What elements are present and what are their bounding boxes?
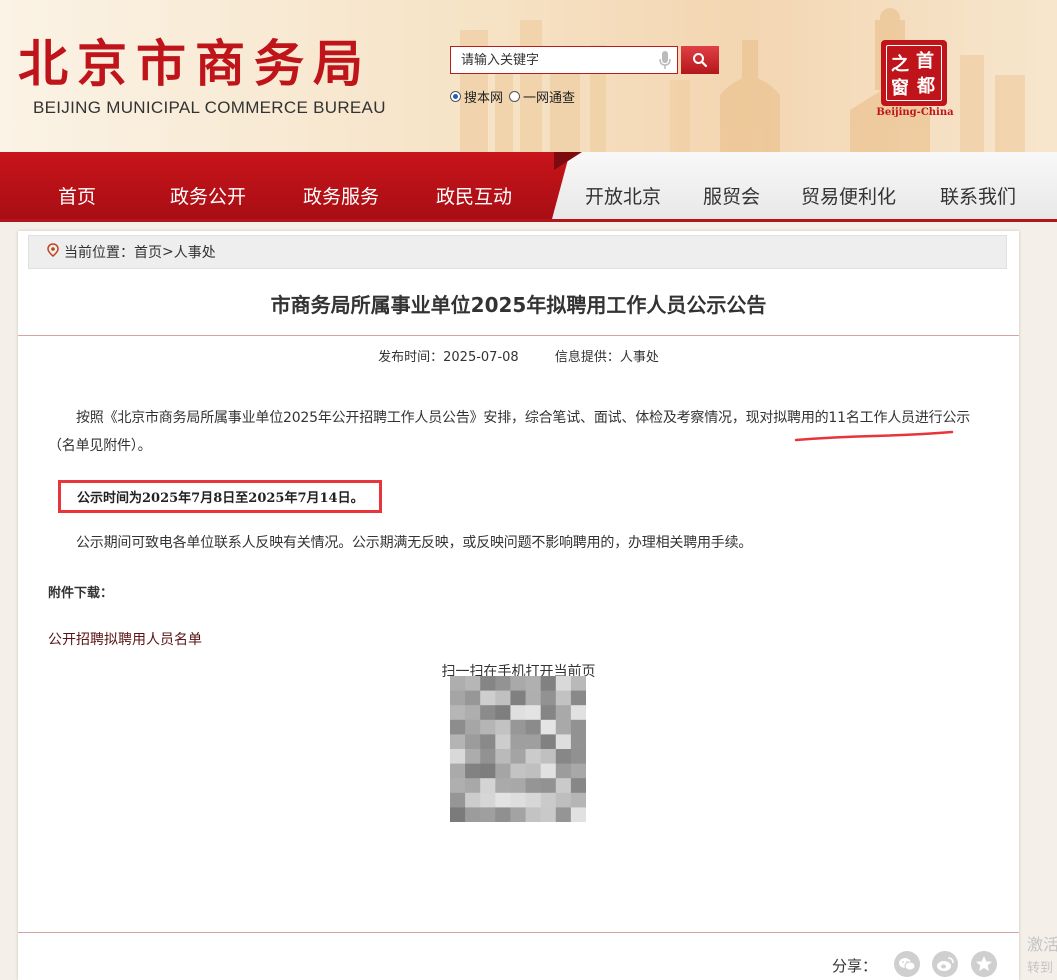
content-panel: 当前位置： 首页 > 人事处 市商务局所属事业单位2025年拟聘用工作人员公示公… xyxy=(18,231,1019,980)
site-header: 北京市商务局 BEIJING MUNICIPAL COMMERCE BUREAU… xyxy=(0,0,1057,152)
title-divider xyxy=(18,335,1019,336)
scope-option-network[interactable]: 一网通查 xyxy=(509,87,575,106)
site-logo-english: BEIJING MUNICIPAL COMMERCE BUREAU xyxy=(33,98,386,117)
notice-period-highlight: 公示时间为2025年7月8日至2025年7月14日。 xyxy=(58,480,382,513)
handwritten-underline-annotation xyxy=(794,430,954,442)
share-weibo-button[interactable] xyxy=(932,951,958,977)
nav-item-government-services[interactable]: 政务服务 xyxy=(303,182,379,209)
breadcrumb-current-link[interactable]: 人事处 xyxy=(174,242,216,262)
radio-selected[interactable] xyxy=(450,91,461,102)
search-box xyxy=(450,46,678,74)
main-navigation: 首页 政务公开 政务服务 政民互动 开放北京 服贸会 贸易便利化 联系我们 xyxy=(0,152,1057,222)
microphone-icon[interactable] xyxy=(659,51,671,74)
scope-option-site[interactable]: 搜本网 xyxy=(450,87,503,106)
nav-item-contact-us[interactable]: 联系我们 xyxy=(940,182,1016,209)
search-button[interactable] xyxy=(681,46,719,74)
os-activation-watermark: 激活 xyxy=(1027,935,1057,954)
os-activation-watermark-sub: 转到 xyxy=(1027,961,1054,976)
breadcrumb-home-link[interactable]: 首页 xyxy=(134,242,162,262)
share-label: 分享： xyxy=(832,957,878,975)
search-input[interactable] xyxy=(451,47,656,73)
search-scope: 搜本网 一网通查 xyxy=(450,87,581,106)
nav-item-government-affairs[interactable]: 政务公开 xyxy=(170,182,246,209)
search-icon xyxy=(693,53,708,68)
nav-item-open-beijing[interactable]: 开放北京 xyxy=(585,182,661,209)
seal-char: 窗 xyxy=(891,77,909,99)
site-logo-chinese[interactable]: 北京市商务局 xyxy=(18,34,372,94)
seal-caption: Beijing-China xyxy=(876,107,954,118)
article-title: 市商务局所属事业单位2025年拟聘用工作人员公示公告 xyxy=(270,293,767,317)
seal-char: 首 xyxy=(916,50,934,72)
breadcrumb-prefix: 当前位置： xyxy=(64,245,134,261)
seal-char: 都 xyxy=(916,76,935,97)
attachment-label: 附件下载： xyxy=(48,586,114,601)
scope-option-label: 搜本网 xyxy=(464,91,504,106)
info-source: 信息提供：人事处 xyxy=(555,350,659,365)
publish-date-label: 发布时间： xyxy=(378,350,444,365)
info-source-label: 信息提供： xyxy=(554,350,620,365)
weibo-icon xyxy=(937,957,954,971)
favorite-icon xyxy=(976,956,992,971)
info-source-value: 人事处 xyxy=(619,350,659,365)
nav-item-interaction[interactable]: 政民互动 xyxy=(436,182,512,209)
article-paragraph-procedure: 公示期间可致电各单位联系人反映有关情况。公示期满无反映，或反映问题不影响聘用的，… xyxy=(76,535,753,551)
article-meta: 发布时间：2025-07-08 信息提供：人事处 xyxy=(18,346,1019,365)
publish-date-value: 2025-07-08 xyxy=(443,350,519,365)
location-pin-icon xyxy=(47,243,59,261)
qr-code xyxy=(450,676,586,822)
share-wechat-button[interactable] xyxy=(894,951,920,977)
breadcrumb-separator: > xyxy=(162,244,174,260)
breadcrumb: 当前位置： 首页 > 人事处 xyxy=(28,235,1007,269)
capital-window-seal[interactable]: 之 首 窗 都 xyxy=(881,40,947,106)
wechat-icon xyxy=(899,958,916,971)
attachment-download-link[interactable]: 公开招聘拟聘用人员名单 xyxy=(48,629,202,649)
nav-item-home[interactable]: 首页 xyxy=(58,182,96,209)
skyline-illustration xyxy=(460,8,1025,152)
footer-divider xyxy=(18,932,1019,933)
publish-date: 发布时间：2025-07-08 xyxy=(378,350,519,365)
nav-item-trade-facilitation[interactable]: 贸易便利化 xyxy=(801,182,896,209)
radio-unselected[interactable] xyxy=(509,91,521,102)
share-favorite-button[interactable] xyxy=(971,951,997,977)
scope-option-label: 一网通查 xyxy=(523,91,576,106)
nav-item-ciftis[interactable]: 服贸会 xyxy=(703,182,760,209)
seal-char: 之 xyxy=(891,53,909,75)
